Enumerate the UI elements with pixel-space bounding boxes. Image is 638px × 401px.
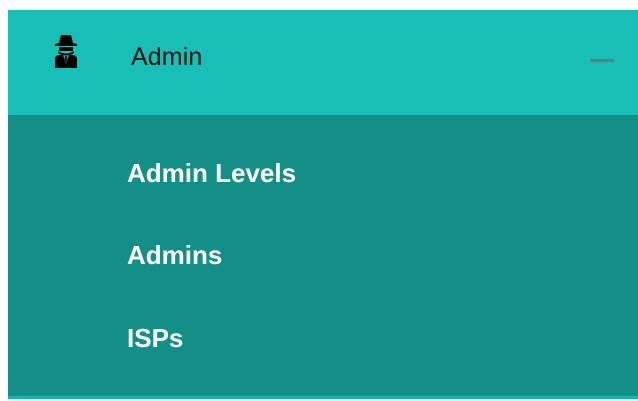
submenu-item-isps[interactable]: ISPs xyxy=(127,322,183,354)
admin-menu-header[interactable]: Admin xyxy=(8,10,638,115)
submenu-item-admins[interactable]: Admins xyxy=(127,239,222,271)
submenu-item-admin-levels[interactable]: Admin Levels xyxy=(127,157,296,189)
admin-menu: Admin Admin Levels Admins ISPs xyxy=(8,10,638,398)
menu-bottom-divider xyxy=(8,396,638,399)
admin-menu-title: Admin xyxy=(131,43,203,71)
admin-submenu: Admin Levels Admins ISPs xyxy=(8,115,638,398)
minus-icon[interactable] xyxy=(590,59,614,62)
spy-admin-icon xyxy=(52,34,80,68)
